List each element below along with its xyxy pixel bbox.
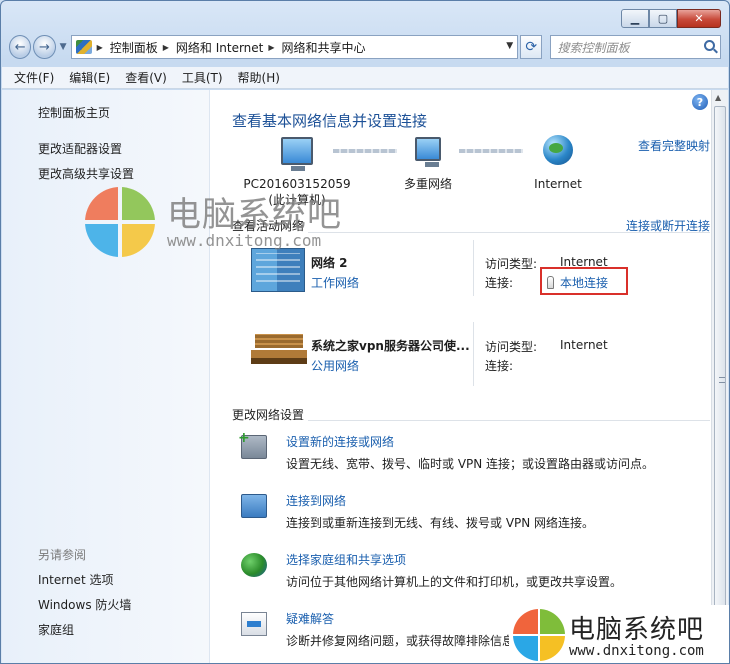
- public-network-bench-icon: [251, 330, 307, 366]
- forward-button[interactable]: →: [33, 35, 56, 59]
- breadcrumb-control-panel[interactable]: 控制面板: [110, 39, 158, 56]
- multiple-networks-icon: [415, 137, 441, 167]
- full-map-link[interactable]: 查看完整映射: [638, 137, 710, 154]
- minimize-button[interactable]: ▁: [621, 9, 649, 28]
- watermark-url: www.dnxitong.com: [167, 231, 322, 250]
- watermark-badge: 电脑系统吧 www.dnxitong.com: [509, 605, 729, 663]
- back-arrow-icon: ←: [14, 39, 26, 55]
- recent-pages-dropdown-icon[interactable]: ▼: [60, 42, 67, 52]
- watermark-overlay: 电脑系统吧 www.dnxitong.com: [85, 187, 385, 257]
- sidebar-item-adapter-settings[interactable]: 更改适配器设置: [38, 140, 122, 157]
- connect-disconnect-link[interactable]: 连接或断开连接: [626, 217, 710, 234]
- main-panel: ? 查看基本网络信息并设置连接 查看完整映射 PC201603152059 (此…: [211, 90, 710, 663]
- navigation-bar: ← → ▼ ▶ 控制面板 ▶ 网络和 Internet ▶ 网络和共享中心 ▼ …: [9, 32, 722, 62]
- breadcrumb-network-internet[interactable]: 网络和 Internet: [176, 39, 263, 56]
- search-input[interactable]: 搜索控制面板: [550, 35, 722, 59]
- task-new-connection-link[interactable]: 设置新的连接或网络: [286, 433, 394, 450]
- network-2-connection-label: 连接:: [485, 276, 514, 290]
- scrollbar-grip-icon: [719, 377, 725, 383]
- task-connect-network-desc: 连接到或重新连接到无线、有线、拨号或 VPN 网络连接。: [286, 516, 595, 530]
- vpn-connection-label: 连接:: [485, 359, 514, 373]
- refresh-icon: ⟳: [525, 39, 538, 55]
- breadcrumb-chevron-icon[interactable]: ▶: [97, 43, 103, 52]
- connect-network-icon: [241, 494, 267, 518]
- sidebar-item-control-panel-home[interactable]: 控制面板主页: [38, 104, 110, 121]
- control-panel-window: ▁ ▢ ✕ ← → ▼ ▶ 控制面板 ▶ 网络和 Internet ▶ 网络和共…: [0, 0, 730, 664]
- back-button[interactable]: ←: [9, 35, 32, 59]
- internet-label: Internet: [534, 177, 582, 191]
- vpn-access-label: 访问类型:: [485, 340, 538, 354]
- close-button[interactable]: ✕: [677, 9, 721, 28]
- page-title: 查看基本网络信息并设置连接: [232, 112, 428, 130]
- breadcrumb-network-sharing-center[interactable]: 网络和共享中心: [282, 39, 366, 56]
- maximize-button[interactable]: ▢: [649, 9, 677, 28]
- network-2-type-link[interactable]: 工作网络: [311, 274, 359, 291]
- map-node-internet[interactable]: Internet: [493, 135, 623, 191]
- sidebar-item-homegroup[interactable]: 家庭组: [38, 621, 74, 638]
- sidebar-item-advanced-sharing[interactable]: 更改高级共享设置: [38, 165, 134, 182]
- vpn-network-name: 系统之家vpn服务器公司使...: [311, 339, 470, 353]
- menu-tools[interactable]: 工具(T): [182, 69, 223, 86]
- address-dropdown-icon[interactable]: ▼: [506, 41, 513, 51]
- task-troubleshoot-desc: 诊断并修复网络问题，或获得故障排除信息。: [286, 634, 527, 648]
- local-connection-link[interactable]: 本地连接: [547, 274, 608, 291]
- vpn-access-value: Internet: [560, 338, 608, 352]
- task-homegroup-link[interactable]: 选择家庭组和共享选项: [286, 551, 406, 568]
- network-2-access-label: 访问类型:: [485, 257, 538, 271]
- task-troubleshoot-link[interactable]: 疑难解答: [286, 610, 334, 627]
- search-icon[interactable]: [704, 40, 716, 51]
- forward-arrow-icon: →: [39, 39, 50, 55]
- sidebar-item-internet-options[interactable]: Internet 选项: [38, 571, 113, 588]
- content-area: 控制面板主页 更改适配器设置 更改高级共享设置 另请参阅 Internet 选项…: [2, 90, 728, 663]
- see-also-header: 另请参阅: [38, 548, 87, 562]
- caption-buttons: ▁ ▢ ✕: [621, 9, 721, 28]
- local-connection-label: 本地连接: [560, 276, 609, 290]
- menu-edit[interactable]: 编辑(E): [69, 69, 110, 86]
- map-node-multiple-networks[interactable]: 多重网络: [363, 137, 493, 192]
- task-connect-network-link[interactable]: 连接到网络: [286, 492, 346, 509]
- scroll-up-icon[interactable]: ▲: [715, 93, 721, 102]
- watermark-brand: 电脑系统吧: [167, 195, 342, 235]
- globe-icon: [543, 135, 573, 165]
- menu-view[interactable]: 查看(V): [125, 69, 167, 86]
- network-divider: [473, 322, 474, 386]
- address-bar[interactable]: ▶ 控制面板 ▶ 网络和 Internet ▶ 网络和共享中心 ▼: [70, 35, 519, 59]
- watermark-logo-icon: [513, 609, 565, 661]
- breadcrumb-chevron-icon[interactable]: ▶: [268, 43, 274, 52]
- computer-icon: [281, 137, 313, 171]
- help-icon[interactable]: ?: [692, 94, 708, 110]
- watermark-brand: 电脑系统吧: [569, 615, 705, 645]
- menu-file[interactable]: 文件(F): [14, 69, 54, 86]
- task-homegroup-desc: 访问位于其他网络计算机上的文件和打印机，或更改共享设置。: [286, 575, 623, 589]
- vpn-network-icon-wrap: [251, 330, 307, 366]
- refresh-button[interactable]: ⟳: [520, 35, 543, 59]
- change-settings-header: 更改网络设置: [232, 406, 309, 423]
- watermark-logo-icon: [85, 187, 155, 257]
- troubleshoot-icon: [241, 612, 267, 636]
- menu-help[interactable]: 帮助(H): [238, 69, 280, 86]
- menu-bar: 文件(F) 编辑(E) 查看(V) 工具(T) 帮助(H): [2, 67, 728, 89]
- search-placeholder: 搜索控制面板: [557, 40, 630, 55]
- task-new-connection-desc: 设置无线、宽带、拨号、临时或 VPN 连接；或设置路由器或访问点。: [286, 457, 655, 471]
- network-adapter-icon: [547, 276, 554, 289]
- homegroup-icon: [241, 553, 267, 577]
- vpn-network-type-link[interactable]: 公用网络: [311, 357, 359, 374]
- vertical-scrollbar[interactable]: ▲ ▼: [711, 90, 728, 663]
- breadcrumb-chevron-icon[interactable]: ▶: [163, 43, 169, 52]
- network-divider: [473, 240, 474, 296]
- sidebar-item-windows-firewall[interactable]: Windows 防火墙: [38, 596, 131, 613]
- task-pane: 控制面板主页 更改适配器设置 更改高级共享设置 另请参阅 Internet 选项…: [2, 90, 210, 663]
- watermark-url: www.dnxitong.com: [569, 643, 704, 659]
- scrollbar-thumb[interactable]: [714, 106, 726, 647]
- control-panel-icon: [75, 40, 92, 54]
- new-connection-icon: [238, 430, 267, 459]
